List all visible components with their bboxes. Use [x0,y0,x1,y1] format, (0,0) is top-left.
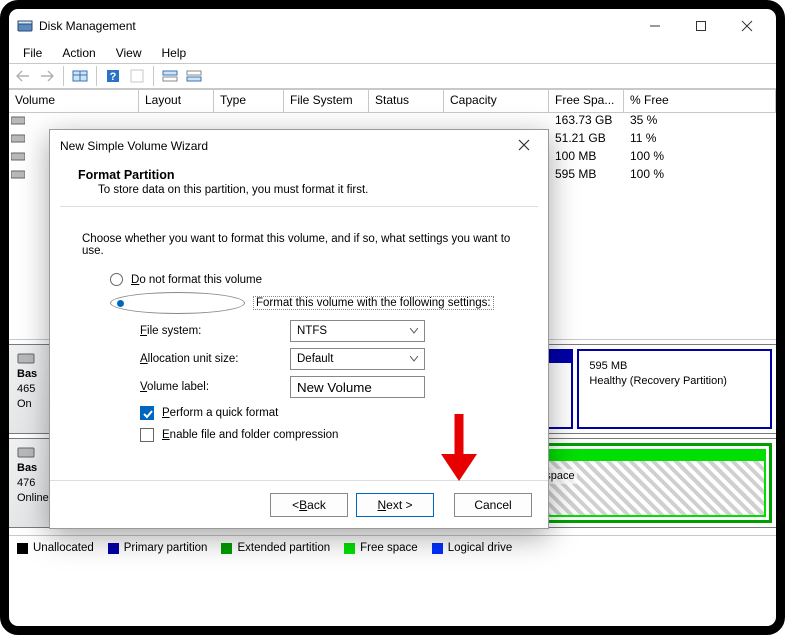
radio-icon [110,292,245,314]
minimize-button[interactable] [632,11,678,41]
cell-free: 51.21 GB [551,131,626,145]
dialog-title: New Simple Volume Wizard [60,139,208,153]
cell-free: 595 MB [551,167,626,181]
menu-view[interactable]: View [106,44,152,62]
menu-help[interactable]: Help [152,44,197,62]
legend-extended: Extended partition [237,542,330,554]
col-type[interactable]: Type [214,90,284,113]
app-icon [17,18,33,34]
cancel-button[interactable]: Cancel [454,493,532,517]
checkbox-quick-format[interactable]: Perform a quick format [140,406,520,420]
cell-pct: 100 % [626,149,776,163]
checkbox-icon [140,428,154,442]
checkbox-icon [140,406,154,420]
svg-text:?: ? [110,71,117,83]
option-format-with-settings[interactable]: Format this volume with the following se… [110,292,520,314]
titlebar: Disk Management [9,9,776,43]
close-button[interactable] [724,11,770,41]
toolbar-layout-bottom-button[interactable] [183,65,205,87]
legend: Unallocated Primary partition Extended p… [9,535,776,560]
window-title: Disk Management [39,19,136,33]
legend-logical: Logical drive [448,542,513,554]
next-button[interactable]: Next > [356,493,434,517]
menu-file[interactable]: File [13,44,52,62]
option-do-not-format[interactable]: Do not format this volume [110,273,520,286]
checkbox-enable-compression[interactable]: Enable file and folder compression [140,428,520,442]
volume-grid-header: Volume Layout Type File System Status Ca… [9,89,776,111]
cell-pct: 35 % [626,113,776,127]
chevron-down-icon [410,328,418,334]
allocation-unit-select[interactable]: Default [290,348,425,370]
col-filesystem[interactable]: File System [284,90,369,113]
label-allocation-unit: Allocation unit size: [140,353,290,365]
col-status[interactable]: Status [369,90,444,113]
toolbar-views-button[interactable] [69,65,91,87]
dialog-prompt: Choose whether you want to format this v… [82,233,520,257]
col-free[interactable]: Free Spa... [549,90,624,113]
label-volume-label: Volume label: [140,381,290,393]
label-file-system: File system: [140,325,290,337]
legend-free: Free space [360,542,418,554]
maximize-button[interactable] [678,11,724,41]
legend-unallocated: Unallocated [33,542,94,554]
back-button[interactable]: < Back [270,493,348,517]
cell-pct: 100 % [626,167,776,181]
dialog-subheading: To store data on this partition, you mus… [78,182,520,196]
volume-row[interactable]: 163.73 GB 35 % [9,111,776,129]
col-volume[interactable]: Volume [9,90,139,113]
dialog-heading: Format Partition [78,168,175,182]
radio-icon [110,273,123,286]
cell-free: 100 MB [551,149,626,163]
legend-primary: Primary partition [124,542,208,554]
col-pctfree[interactable]: % Free [624,90,776,113]
toolbar-help-button[interactable]: ? [102,65,124,87]
toolbar-refresh-button [126,65,148,87]
chevron-down-icon [410,356,418,362]
cell-free: 163.73 GB [551,113,626,127]
menubar: File Action View Help [9,43,776,63]
col-capacity[interactable]: Capacity [444,90,549,113]
dialog-close-button[interactable] [510,134,538,158]
menu-action[interactable]: Action [52,44,105,62]
col-layout[interactable]: Layout [139,90,214,113]
nav-forward-button [36,65,58,87]
cell-pct: 11 % [626,131,776,145]
file-system-select[interactable]: NTFS [290,320,425,342]
disk-0-recovery-partition[interactable]: 595 MB Healthy (Recovery Partition) [577,349,772,429]
volume-label-input[interactable] [290,376,425,398]
toolbar-layout-top-button[interactable] [159,65,181,87]
toolbar: ? [9,63,776,89]
new-volume-wizard-dialog: New Simple Volume Wizard Format Partitio… [49,129,549,529]
nav-back-button [12,65,34,87]
